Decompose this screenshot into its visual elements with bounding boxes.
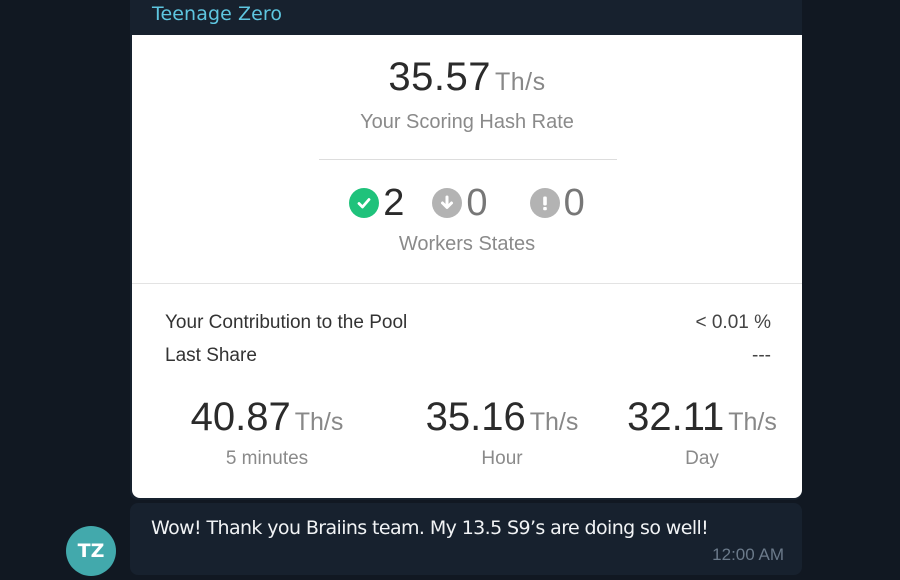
contribution-label: Your Contribution to the Pool bbox=[165, 312, 408, 333]
hash-rate-hour: 35.16 Th/s Hour bbox=[402, 395, 602, 470]
forwarded-author-name[interactable]: Teenage Zero bbox=[152, 3, 282, 25]
workers-states-label: Workers States bbox=[398, 233, 536, 255]
hash-rate-value: 40.87 bbox=[190, 395, 291, 439]
hash-rate-value: 32.11 bbox=[627, 395, 725, 439]
divider bbox=[319, 159, 617, 160]
workers-active-count: 2 bbox=[383, 182, 405, 224]
hash-rate-stats: 40.87 Th/s 5 minutes 35.16 Th/s Hour 32.11… bbox=[132, 395, 802, 470]
pool-stats-card: 35.57 Th/s Your Scoring Hash Rate 2 0 0 … bbox=[132, 35, 802, 498]
hash-rate-unit: Th/s bbox=[294, 408, 344, 436]
chat-view: Teenage Zero 35.57 Th/s Your Scoring Hash… bbox=[0, 0, 900, 580]
hash-rate-value: 35.16 bbox=[425, 395, 526, 439]
scoring-hash-rate-label: Your Scoring Hash Rate bbox=[360, 111, 574, 133]
last-share-label: Last Share bbox=[165, 345, 257, 366]
last-share-row: Last Share --- bbox=[165, 345, 771, 367]
contribution-value: < 0.01 % bbox=[695, 312, 771, 333]
workers-dead-count: 0 bbox=[563, 182, 585, 224]
workers-active: 2 bbox=[349, 183, 404, 223]
workers-low: 0 bbox=[432, 182, 488, 224]
hash-rate-unit: Th/s bbox=[728, 408, 777, 436]
hash-rate-unit: Th/s bbox=[529, 408, 579, 436]
workers-dead: 0 bbox=[529, 182, 585, 224]
hash-rate-period: Hour bbox=[481, 448, 523, 469]
arrow-down-circle-icon bbox=[432, 188, 463, 218]
message-bubble[interactable]: Wow! Thank you Braiins team. My 13.5 S9’… bbox=[130, 503, 802, 575]
scoring-hash-rate-unit: Th/s bbox=[494, 68, 546, 96]
message-time: 12:00 AM bbox=[712, 545, 784, 564]
scoring-hash-rate: 35.57 Th/s bbox=[132, 55, 802, 100]
hash-rate-day: 32.11 Th/s Day bbox=[602, 395, 802, 470]
exclamation-circle-icon bbox=[529, 188, 560, 218]
hash-rate-5min: 40.87 Th/s 5 minutes bbox=[132, 395, 402, 470]
hash-rate-period: Day bbox=[685, 448, 719, 469]
hash-rate-period: 5 minutes bbox=[225, 448, 309, 469]
workers-states: 2 0 0 bbox=[132, 183, 802, 223]
last-share-value: --- bbox=[752, 345, 771, 366]
forwarded-message-bubble: Teenage Zero 35.57 Th/s Your Scoring Hash… bbox=[130, 0, 802, 500]
message-text: Wow! Thank you Braiins team. My 13.5 S9’… bbox=[151, 517, 709, 539]
scoring-hash-rate-value: 35.57 bbox=[388, 55, 491, 99]
workers-low-count: 0 bbox=[466, 182, 488, 224]
divider bbox=[132, 283, 802, 284]
check-circle-icon bbox=[349, 188, 380, 218]
contribution-row: Your Contribution to the Pool < 0.01 % bbox=[165, 312, 771, 334]
avatar[interactable]: TZ bbox=[66, 526, 116, 576]
